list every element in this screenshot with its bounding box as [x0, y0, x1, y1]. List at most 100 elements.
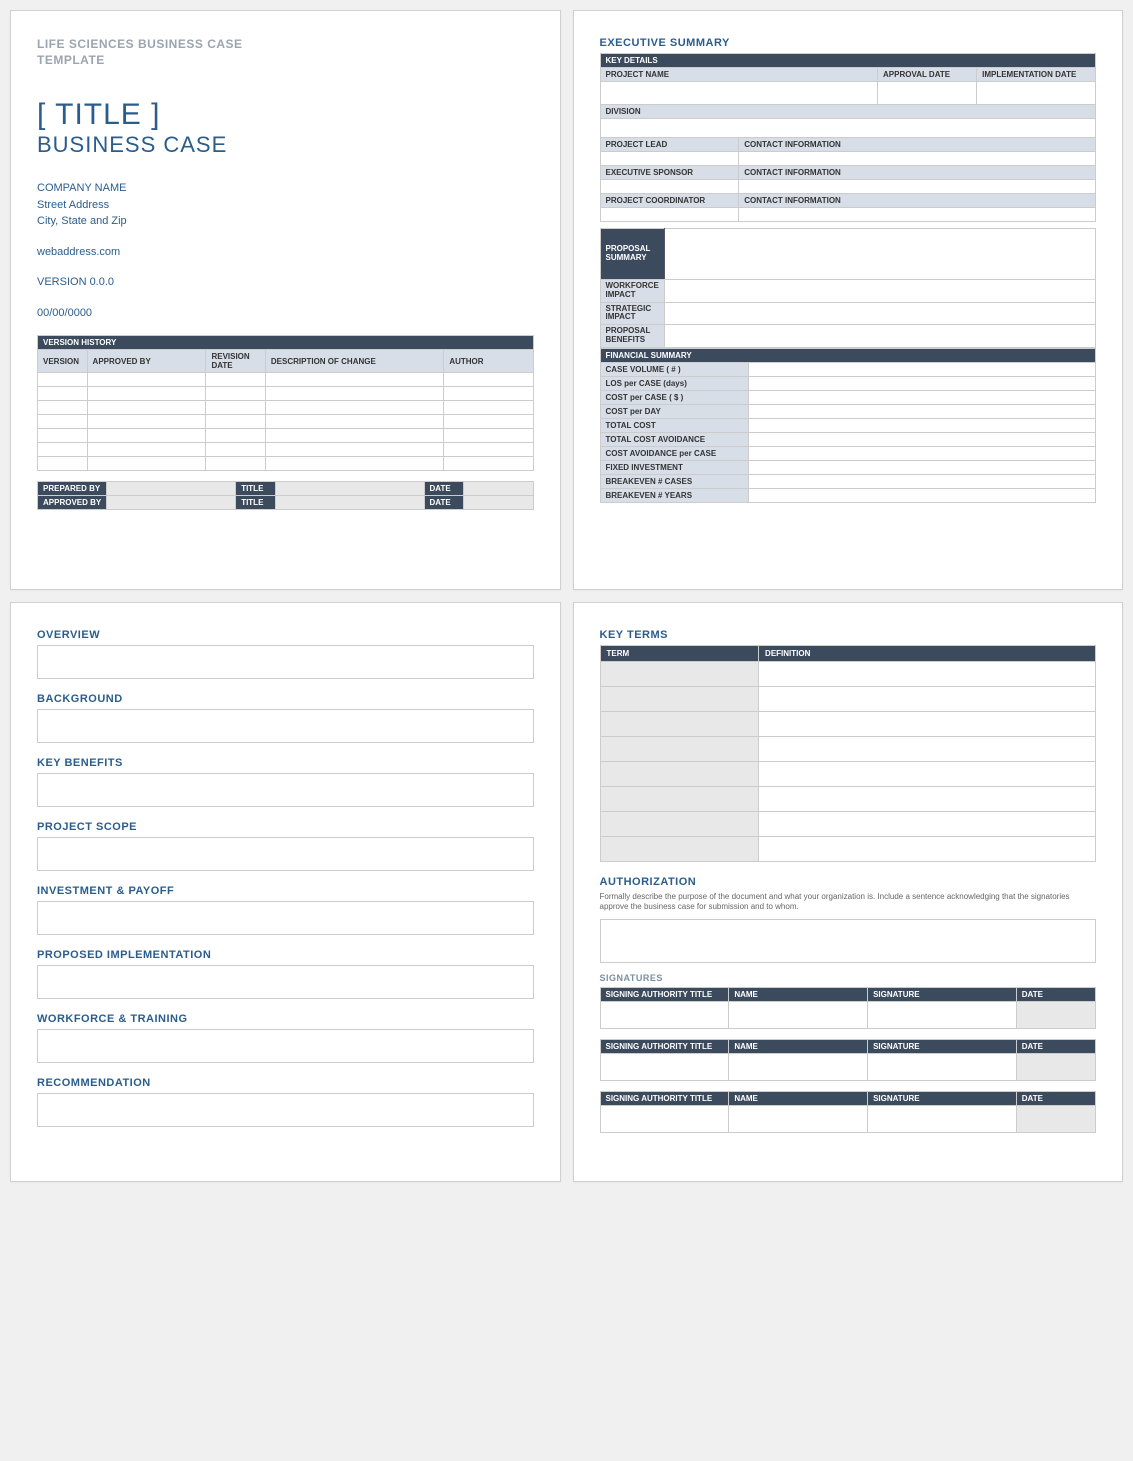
table-row	[600, 737, 1096, 762]
project-name-field[interactable]	[600, 82, 878, 105]
sig-date-field[interactable]	[1016, 1001, 1095, 1028]
sig-name-label: NAME	[729, 1039, 868, 1053]
project-scope-heading: PROJECT SCOPE	[37, 821, 534, 833]
fin-fixed-investment-field[interactable]	[749, 460, 1096, 474]
prepared-by-field[interactable]	[107, 482, 236, 496]
sig-signature-field[interactable]	[868, 1001, 1017, 1028]
table-row	[38, 429, 534, 443]
recommendation-heading: RECOMMENDATION	[37, 1077, 534, 1089]
sig-date-field[interactable]	[1016, 1053, 1095, 1080]
sig-signature-field[interactable]	[868, 1053, 1017, 1080]
signoff-table: PREPARED BY TITLE DATE APPROVED BY TITLE…	[37, 481, 534, 510]
project-lead-field[interactable]	[600, 152, 739, 166]
authorization-field[interactable]	[600, 919, 1097, 963]
sig-date-label: DATE	[1016, 1091, 1095, 1105]
contact-field-2[interactable]	[739, 180, 1096, 194]
title-field-2[interactable]	[275, 496, 424, 510]
proposal-benefits-field[interactable]	[664, 325, 1095, 348]
table-row	[600, 787, 1096, 812]
date-label-2: DATE	[424, 496, 464, 510]
sig-authority-field[interactable]	[600, 1001, 729, 1028]
approval-date-label: APPROVAL DATE	[878, 68, 977, 82]
date-label: 00/00/0000	[37, 305, 534, 322]
key-details-table: KEY DETAILS PROJECT NAME APPROVAL DATE I…	[600, 53, 1097, 222]
fin-total-cost-field[interactable]	[749, 418, 1096, 432]
table-row	[600, 837, 1096, 862]
impl-date-field[interactable]	[977, 82, 1096, 105]
financial-summary-table: FINANCIAL SUMMARY CASE VOLUME ( # ) LOS …	[600, 348, 1097, 503]
background-field[interactable]	[37, 709, 534, 743]
table-row	[600, 812, 1096, 837]
page-3: OVERVIEW BACKGROUND KEY BENEFITS PROJECT…	[10, 602, 561, 1182]
coordinator-field[interactable]	[600, 208, 739, 222]
signature-block-1: SIGNING AUTHORITY TITLE NAME SIGNATURE D…	[600, 987, 1097, 1029]
contact-field-1[interactable]	[739, 152, 1096, 166]
date-field-1[interactable]	[464, 482, 533, 496]
sig-name-field[interactable]	[729, 1053, 868, 1080]
subtitle: BUSINESS CASE	[37, 132, 534, 158]
financial-summary-title: FINANCIAL SUMMARY	[600, 348, 1096, 362]
sig-authority-field[interactable]	[600, 1053, 729, 1080]
version-label: VERSION 0.0.0	[37, 274, 534, 291]
key-benefits-field[interactable]	[37, 773, 534, 807]
fin-breakeven-cases-field[interactable]	[749, 474, 1096, 488]
table-row	[600, 712, 1096, 737]
table-row	[600, 662, 1096, 687]
impl-date-label: IMPLEMENTATION DATE	[977, 68, 1096, 82]
fin-cost-per-day-field[interactable]	[749, 404, 1096, 418]
sig-authority-label: SIGNING AUTHORITY TITLE	[600, 987, 729, 1001]
workforce-training-field[interactable]	[37, 1029, 534, 1063]
signature-block-2: SIGNING AUTHORITY TITLE NAME SIGNATURE D…	[600, 1039, 1097, 1081]
authorization-note: Formally describe the purpose of the doc…	[600, 892, 1097, 913]
exec-sponsor-field[interactable]	[600, 180, 739, 194]
workforce-impact-field[interactable]	[664, 280, 1095, 303]
key-terms-heading: KEY TERMS	[600, 629, 1097, 641]
sig-authority-label: SIGNING AUTHORITY TITLE	[600, 1091, 729, 1105]
col-version: VERSION	[38, 350, 88, 373]
signatures-heading: SIGNATURES	[600, 973, 1097, 983]
sig-name-field[interactable]	[729, 1001, 868, 1028]
proposed-implementation-field[interactable]	[37, 965, 534, 999]
col-author: AUTHOR	[444, 350, 533, 373]
fin-los-per-case: LOS per CASE (days)	[600, 376, 749, 390]
contact-field-3[interactable]	[739, 208, 1096, 222]
overview-field[interactable]	[37, 645, 534, 679]
doc-label-line1: LIFE SCIENCES BUSINESS CASE	[37, 37, 534, 53]
investment-payoff-field[interactable]	[37, 901, 534, 935]
proposed-implementation-heading: PROPOSED IMPLEMENTATION	[37, 949, 534, 961]
authorization-heading: AUTHORIZATION	[600, 876, 1097, 888]
exec-sponsor-label: EXECUTIVE SPONSOR	[600, 166, 739, 180]
division-label: DIVISION	[600, 105, 1096, 119]
version-history-title: VERSION HISTORY	[38, 336, 534, 350]
recommendation-field[interactable]	[37, 1093, 534, 1127]
project-name-label: PROJECT NAME	[600, 68, 878, 82]
project-scope-field[interactable]	[37, 837, 534, 871]
sig-name-label: NAME	[729, 987, 868, 1001]
fin-avoidance-per-case-field[interactable]	[749, 446, 1096, 460]
investment-payoff-heading: INVESTMENT & PAYOFF	[37, 885, 534, 897]
doc-type-label: LIFE SCIENCES BUSINESS CASE TEMPLATE	[37, 37, 534, 68]
fin-cost-per-case-field[interactable]	[749, 390, 1096, 404]
division-field[interactable]	[600, 119, 1096, 138]
fin-breakeven-years-field[interactable]	[749, 488, 1096, 502]
proposal-summary-field[interactable]	[664, 229, 1095, 280]
title-label-2: TITLE	[236, 496, 276, 510]
coordinator-label: PROJECT COORDINATOR	[600, 194, 739, 208]
approved-by-field[interactable]	[107, 496, 236, 510]
approval-date-field[interactable]	[878, 82, 977, 105]
table-row	[38, 415, 534, 429]
fin-case-volume-field[interactable]	[749, 362, 1096, 376]
workforce-impact-label: WORKFORCE IMPACT	[600, 280, 664, 303]
key-terms-table: TERMDEFINITION	[600, 645, 1097, 862]
sig-authority-field[interactable]	[600, 1105, 729, 1132]
sig-signature-field[interactable]	[868, 1105, 1017, 1132]
key-benefits-heading: KEY BENEFITS	[37, 757, 534, 769]
sig-date-field[interactable]	[1016, 1105, 1095, 1132]
date-field-2[interactable]	[464, 496, 533, 510]
fin-los-field[interactable]	[749, 376, 1096, 390]
approved-by-label: APPROVED BY	[38, 496, 107, 510]
strategic-impact-field[interactable]	[664, 302, 1095, 325]
sig-name-field[interactable]	[729, 1105, 868, 1132]
fin-total-avoidance-field[interactable]	[749, 432, 1096, 446]
title-field-1[interactable]	[275, 482, 424, 496]
